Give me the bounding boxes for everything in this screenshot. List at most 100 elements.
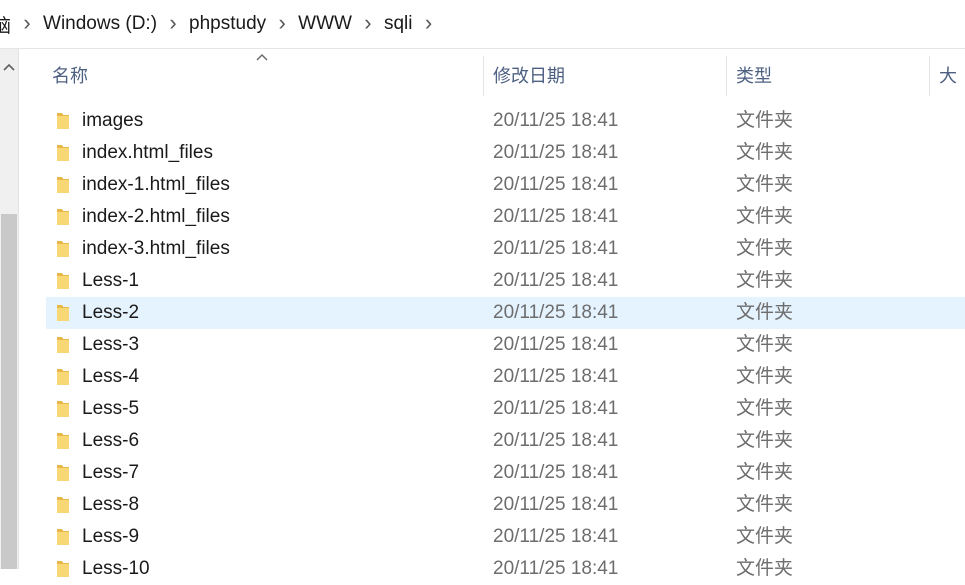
file-type: 文件夹	[736, 494, 794, 515]
chevron-right-icon[interactable]	[358, 13, 378, 35]
folder-icon	[56, 208, 70, 226]
file-type: 文件夹	[736, 526, 794, 547]
column-divider[interactable]	[929, 56, 930, 96]
address-bar[interactable]: 脑 Windows (D:) phpstudy WWW sqli	[0, 0, 965, 49]
file-modified-date: 20/11/25 18:41	[493, 558, 619, 579]
breadcrumb-item-www[interactable]: WWW	[292, 13, 358, 35]
file-type: 文件夹	[736, 110, 794, 131]
file-row[interactable]: index-3.html_files 20/11/25 18:41 文件夹	[46, 233, 965, 265]
vertical-scrollbar[interactable]	[0, 49, 19, 569]
file-row[interactable]: Less-3 20/11/25 18:41 文件夹	[46, 329, 965, 361]
file-row[interactable]: Less-1 20/11/25 18:41 文件夹	[46, 265, 965, 297]
file-name: index-2.html_files	[82, 206, 230, 227]
file-name: Less-1	[82, 270, 140, 291]
breadcrumb-item-drive[interactable]: Windows (D:)	[37, 13, 163, 35]
file-modified-date: 20/11/25 18:41	[493, 206, 619, 227]
folder-icon	[56, 464, 70, 482]
file-row[interactable]: Less-8 20/11/25 18:41 文件夹	[46, 489, 965, 521]
column-divider[interactable]	[483, 56, 484, 96]
file-name: index.html_files	[82, 142, 213, 163]
sort-up-icon	[256, 48, 268, 64]
file-row[interactable]: index.html_files 20/11/25 18:41 文件夹	[46, 137, 965, 169]
file-type: 文件夹	[736, 270, 794, 291]
file-modified-date: 20/11/25 18:41	[493, 398, 619, 419]
file-modified-date: 20/11/25 18:41	[493, 110, 619, 131]
breadcrumb-item-sqli[interactable]: sqli	[378, 13, 419, 35]
file-type: 文件夹	[736, 462, 794, 483]
file-name: Less-3	[82, 334, 140, 355]
file-type: 文件夹	[736, 366, 794, 387]
file-name: index-1.html_files	[82, 174, 230, 195]
file-modified-date: 20/11/25 18:41	[493, 526, 619, 547]
file-type: 文件夹	[736, 558, 794, 579]
breadcrumb-partial[interactable]: 脑	[0, 11, 17, 38]
folder-icon	[56, 496, 70, 514]
file-modified-date: 20/11/25 18:41	[493, 302, 619, 323]
file-row[interactable]: Less-7 20/11/25 18:41 文件夹	[46, 457, 965, 489]
column-header-type[interactable]: 类型	[736, 56, 772, 96]
file-row[interactable]: Less-2 20/11/25 18:41 文件夹	[46, 297, 965, 329]
folder-icon	[56, 336, 70, 354]
folder-icon	[56, 400, 70, 418]
column-divider[interactable]	[726, 56, 727, 96]
chevron-right-icon[interactable]	[17, 13, 37, 35]
file-row[interactable]: index-1.html_files 20/11/25 18:41 文件夹	[46, 169, 965, 201]
scrollbar-thumb[interactable]	[1, 214, 17, 569]
file-name: Less-9	[82, 526, 140, 547]
column-header-size[interactable]: 大小	[939, 56, 965, 96]
folder-icon	[56, 240, 70, 258]
file-modified-date: 20/11/25 18:41	[493, 430, 619, 451]
folder-icon	[56, 560, 70, 578]
file-row[interactable]: images 20/11/25 18:41 文件夹	[46, 105, 965, 137]
file-name: Less-5	[82, 398, 140, 419]
file-row[interactable]: Less-5 20/11/25 18:41 文件夹	[46, 393, 965, 425]
file-name: Less-4	[82, 366, 140, 387]
file-modified-date: 20/11/25 18:41	[493, 238, 619, 259]
file-name: Less-7	[82, 462, 140, 483]
file-type: 文件夹	[736, 430, 794, 451]
folder-icon	[56, 176, 70, 194]
file-modified-date: 20/11/25 18:41	[493, 494, 619, 515]
file-name: index-3.html_files	[82, 238, 230, 259]
file-type: 文件夹	[736, 398, 794, 419]
breadcrumb-item-phpstudy[interactable]: phpstudy	[183, 13, 272, 35]
file-modified-date: 20/11/25 18:41	[493, 270, 619, 291]
file-modified-date: 20/11/25 18:41	[493, 142, 619, 163]
folder-icon	[56, 272, 70, 290]
breadcrumb: 脑 Windows (D:) phpstudy WWW sqli	[0, 0, 438, 48]
file-modified-date: 20/11/25 18:41	[493, 462, 619, 483]
file-row[interactable]: Less-4 20/11/25 18:41 文件夹	[46, 361, 965, 393]
file-list: images 20/11/25 18:41 文件夹 index.html_files 2…	[46, 105, 965, 585]
column-header-name[interactable]: 名称	[52, 56, 88, 96]
file-name: images	[82, 110, 144, 131]
file-name: Less-6	[82, 430, 140, 451]
chevron-right-icon[interactable]	[418, 13, 438, 35]
file-type: 文件夹	[736, 142, 794, 163]
file-type: 文件夹	[736, 206, 794, 227]
file-type: 文件夹	[736, 174, 794, 195]
file-type: 文件夹	[736, 302, 794, 323]
file-type: 文件夹	[736, 334, 794, 355]
file-row[interactable]: index-2.html_files 20/11/25 18:41 文件夹	[46, 201, 965, 233]
folder-icon	[56, 368, 70, 386]
folder-icon	[56, 432, 70, 450]
folder-icon	[56, 304, 70, 322]
file-modified-date: 20/11/25 18:41	[493, 174, 619, 195]
folder-icon	[56, 112, 70, 130]
folder-icon	[56, 528, 70, 546]
chevron-right-icon[interactable]	[272, 13, 292, 35]
scroll-up-arrow-icon[interactable]	[0, 57, 18, 77]
file-name: Less-8	[82, 494, 140, 515]
column-headers: 名称 修改日期 类型 大小	[46, 54, 965, 96]
file-name: Less-10	[82, 558, 150, 579]
file-modified-date: 20/11/25 18:41	[493, 366, 619, 387]
file-row[interactable]: Less-9 20/11/25 18:41 文件夹	[46, 521, 965, 553]
file-row[interactable]: Less-6 20/11/25 18:41 文件夹	[46, 425, 965, 457]
file-type: 文件夹	[736, 238, 794, 259]
folder-icon	[56, 144, 70, 162]
chevron-right-icon[interactable]	[163, 13, 183, 35]
file-row[interactable]: Less-10 20/11/25 18:41 文件夹	[46, 553, 965, 585]
file-modified-date: 20/11/25 18:41	[493, 334, 619, 355]
file-name: Less-2	[82, 302, 140, 323]
column-header-date[interactable]: 修改日期	[493, 56, 565, 96]
